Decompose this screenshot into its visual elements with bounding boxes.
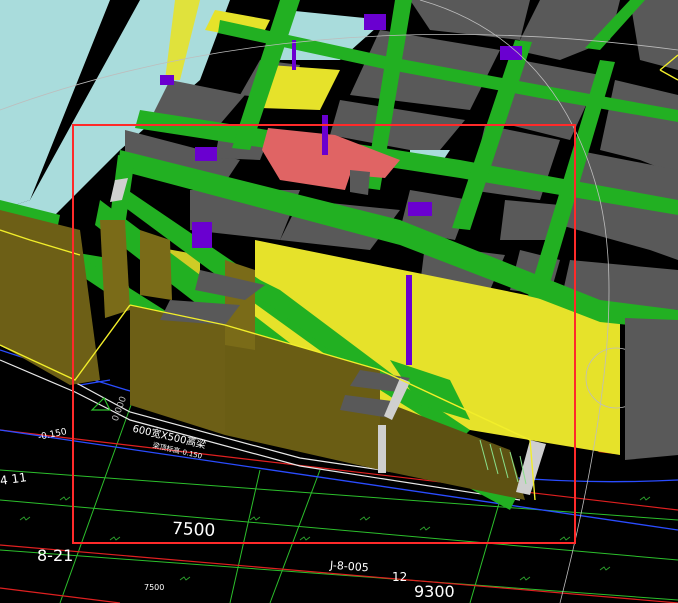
cad-3d-viewport[interactable]: 7500 9300 8-21 4 11 J-8-005 12 -0.150 0.… — [0, 0, 678, 603]
grid-label-12: 12 — [392, 570, 408, 584]
grid-label-8-21: 8-21 — [37, 546, 74, 565]
dimension-7500-small: 7500 — [144, 583, 165, 592]
dimension-9300: 9300 — [414, 582, 455, 601]
grid-label-j8: J-8-005 — [329, 558, 370, 575]
right-slab-edge — [625, 318, 678, 460]
selection-rectangle[interactable] — [72, 124, 576, 544]
